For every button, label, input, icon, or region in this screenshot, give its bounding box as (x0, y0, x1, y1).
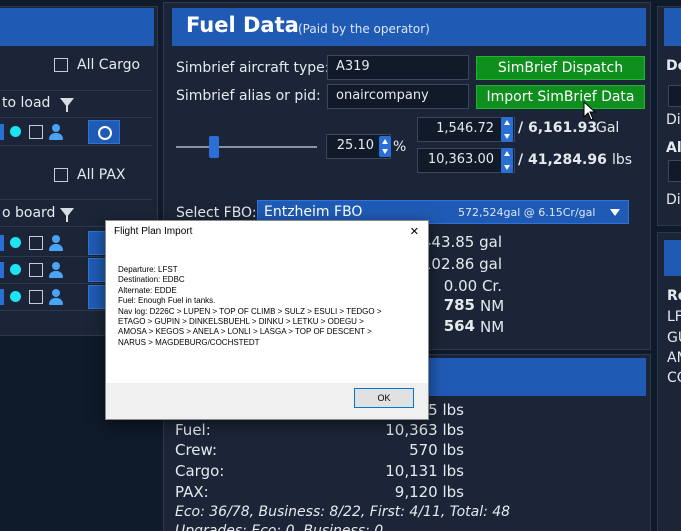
fuel-slider-track[interactable] (176, 146, 317, 148)
route-label: AM (667, 350, 681, 366)
filter-icon[interactable] (60, 98, 74, 112)
upgrades-summary: Upgrades: Eco: 0, Business: 0 (175, 523, 384, 531)
lbs-unit: lbs (612, 152, 633, 168)
status-dot-icon (10, 126, 21, 137)
page-subtitle: (Paid by the operator) (298, 22, 430, 36)
fuel-slider-thumb[interactable] (209, 136, 219, 158)
gal-unit: Gal (596, 120, 620, 136)
right-panel-bottom-header (664, 240, 681, 276)
right-partial-label: Di (666, 192, 681, 208)
right-partial-field[interactable] (668, 85, 681, 107)
person-icon (49, 262, 63, 278)
fbo-stat: 102.86 gal (421, 255, 502, 273)
weight-label: Cargo: (175, 462, 225, 480)
status-dot-icon (10, 264, 21, 275)
right-partial-field[interactable] (668, 160, 681, 182)
alias-field[interactable]: onaircompany (327, 84, 469, 109)
import-simbrief-button[interactable]: Import SimBrief Data (476, 85, 645, 109)
right-partial-label: De (666, 58, 681, 74)
all-pax-label: All PAX (77, 167, 126, 183)
dialog-title-bar: Flight Plan Import ✕ (106, 221, 428, 243)
weight-label: Crew: (175, 441, 218, 459)
fuel-gal-max: / 6,161.93 (518, 120, 598, 136)
row-checkbox[interactable] (29, 263, 43, 277)
status-dot-icon (10, 291, 21, 302)
cargo-row (0, 118, 152, 146)
percent-spinner[interactable] (379, 136, 391, 157)
status-dot-icon (10, 237, 21, 248)
chevron-down-icon (610, 209, 620, 216)
all-pax-checkbox[interactable] (54, 168, 68, 182)
weight-value: 10,363 lbs (385, 421, 464, 439)
filter-icon[interactable] (60, 208, 74, 222)
close-icon[interactable]: ✕ (410, 225, 419, 238)
left-panel-header (0, 8, 154, 46)
route-label: GU (667, 330, 681, 346)
right-partial-label: Di (666, 112, 681, 128)
row-checkbox[interactable] (29, 125, 43, 139)
person-icon (49, 235, 63, 251)
gal-spinner[interactable] (501, 117, 513, 142)
all-cargo-label: All Cargo (77, 57, 141, 73)
distance-unit: NM (480, 318, 505, 336)
select-fbo-label: Select FBO: (176, 205, 257, 221)
route-label: LF (667, 309, 681, 325)
route-label: Ro (667, 288, 681, 304)
weight-value: 10,131 lbs (385, 462, 464, 480)
target-button[interactable] (88, 120, 120, 144)
weight-label: Fuel: (175, 421, 211, 439)
weight-value: 570 lbs (409, 441, 464, 459)
simbrief-dispatch-button[interactable]: SimBrief Dispatch (476, 56, 645, 80)
percent-sign: % (393, 139, 407, 155)
alias-label: Simbrief alias or pid: (176, 88, 321, 104)
right-partial-label: Al (666, 140, 681, 156)
to-load-label: to load (2, 95, 51, 111)
dialog-message: Departure: LFST Destination: EDBC Altern… (106, 243, 428, 383)
dialog-title: Flight Plan Import (114, 226, 193, 237)
weight-value: 9,120 lbs (394, 483, 464, 501)
ok-button[interactable]: OK (354, 388, 414, 408)
route-label: CO (667, 370, 681, 386)
lbs-spinner[interactable] (501, 148, 513, 173)
fuel-lbs-max: / 41,284.96 (518, 152, 607, 168)
target-icon (98, 126, 112, 140)
distance-unit: NM (480, 297, 505, 315)
fuel-panel-header: Fuel Data (Paid by the operator) (172, 8, 646, 46)
to-board-label: o board (2, 205, 56, 221)
flight-plan-import-dialog: Flight Plan Import ✕ Departure: LFST Des… (105, 220, 429, 420)
fbo-stat: 0.00 Cr. (443, 277, 502, 295)
row-checkbox[interactable] (29, 236, 43, 250)
all-cargo-checkbox[interactable] (54, 58, 68, 72)
row-checkbox[interactable] (29, 290, 43, 304)
page-title: Fuel Data (186, 13, 299, 37)
person-icon (49, 289, 63, 305)
aircraft-type-label: Simbrief aircraft type: (176, 60, 330, 76)
right-panel-header (664, 8, 681, 46)
aircraft-type-field[interactable]: A319 (327, 55, 469, 80)
fbo-selected-info: 572,524gal @ 6.15Cr/gal (458, 206, 596, 219)
fbo-stat: 443.85 gal (421, 233, 502, 251)
cursor-icon (583, 101, 597, 121)
person-icon (49, 124, 63, 140)
fbo-selected-name: Entzheim FBO (264, 204, 363, 220)
seats-summary: Eco: 36/78, Business: 8/22, First: 4/11,… (175, 504, 511, 520)
weight-label: PAX: (175, 483, 209, 501)
